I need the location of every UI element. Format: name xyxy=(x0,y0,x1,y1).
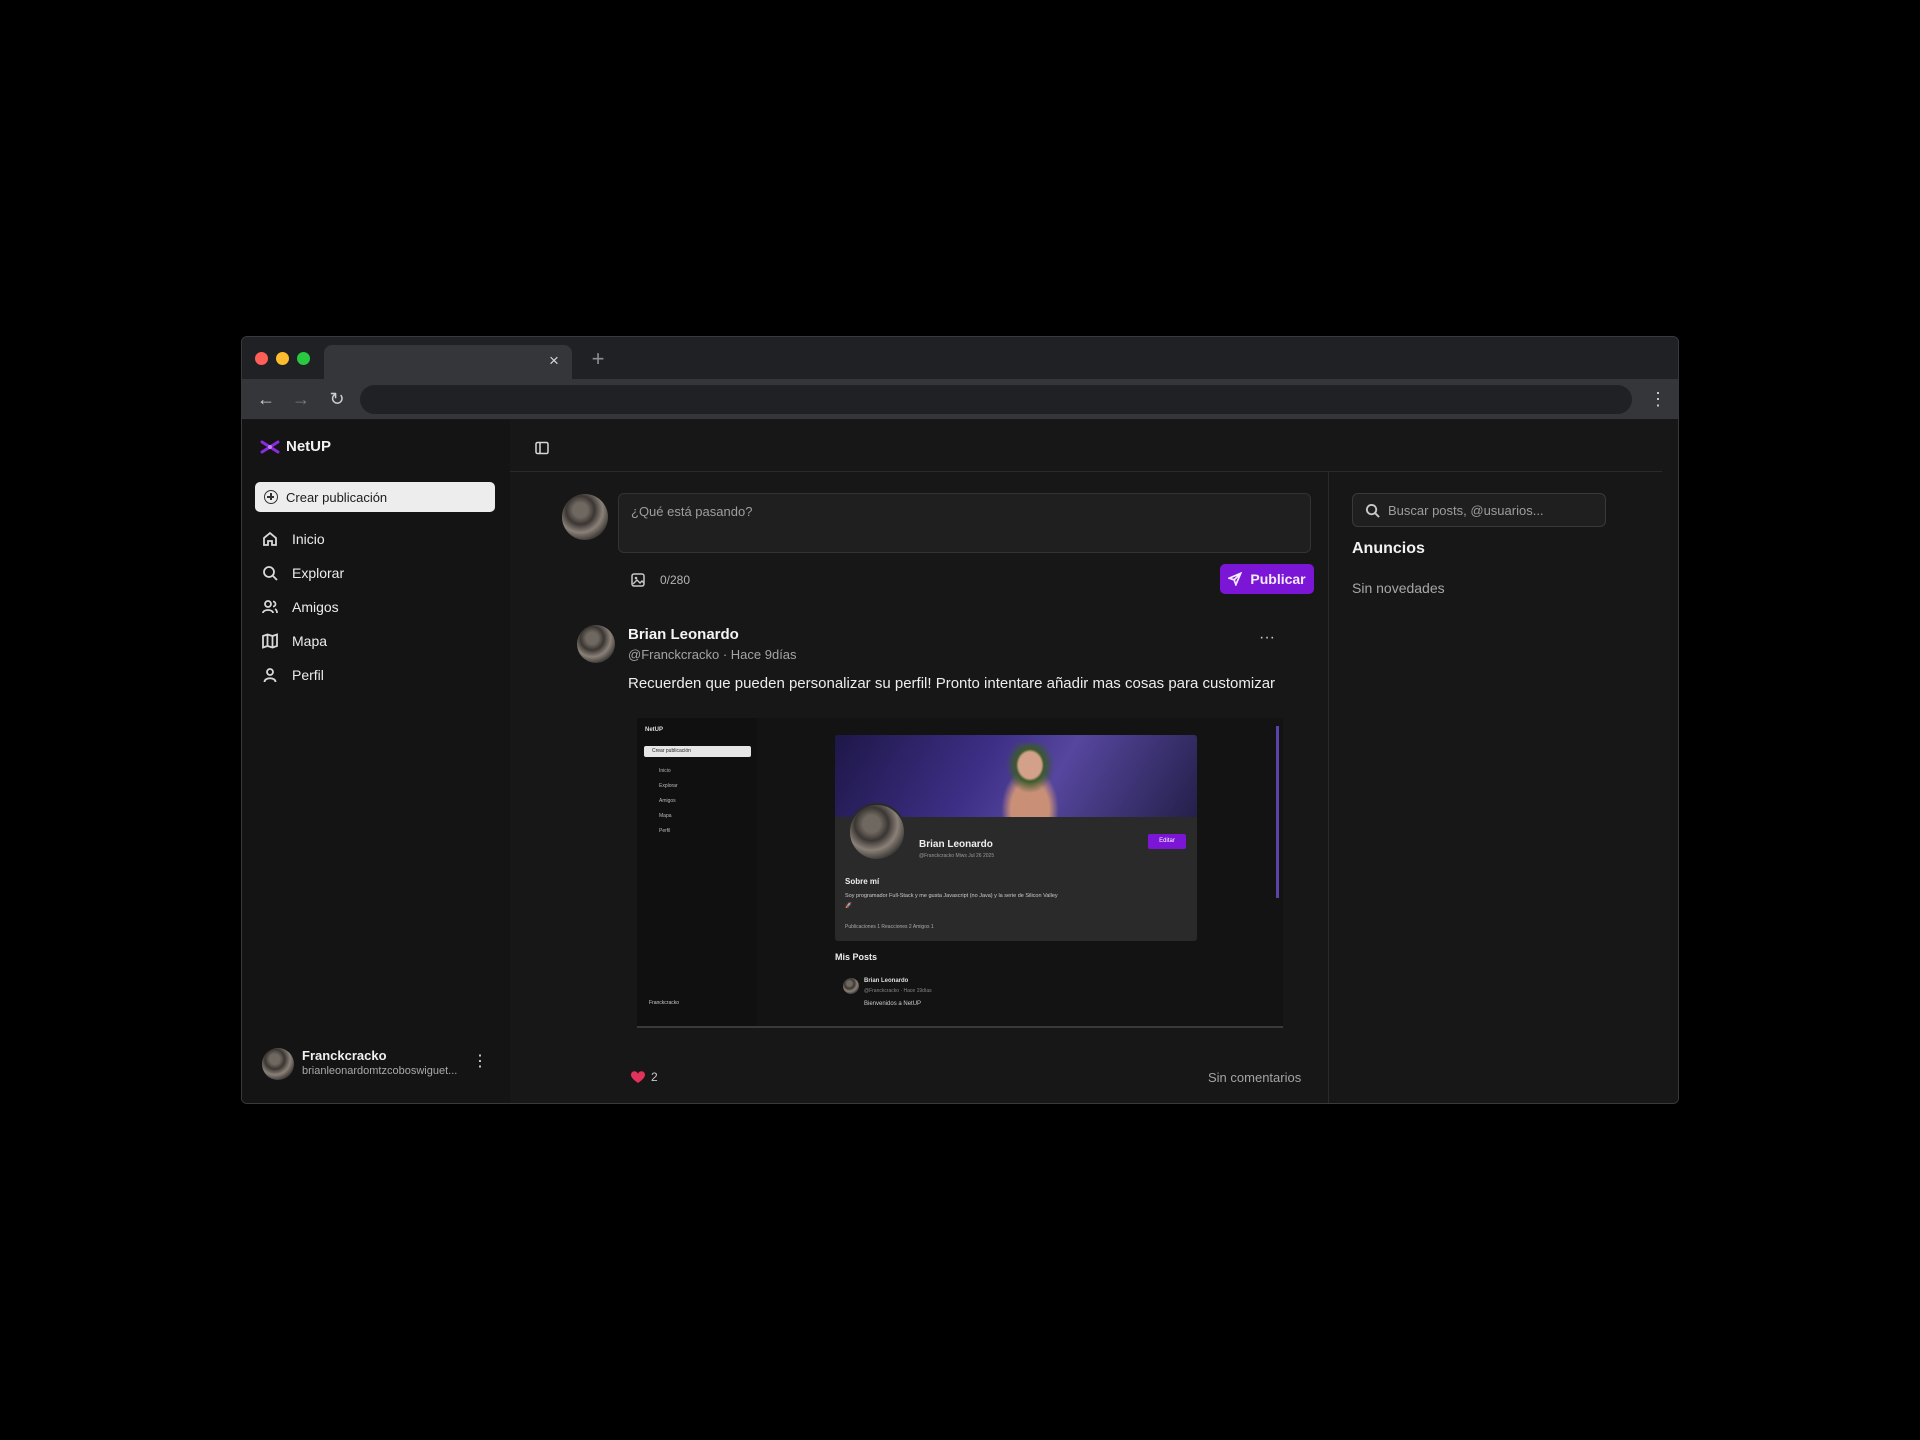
image-brand: NetUP xyxy=(645,727,664,733)
sidebar-item-inicio[interactable]: Inicio xyxy=(262,522,492,556)
create-post-button[interactable]: Crear publicación xyxy=(255,482,495,512)
sidebar-item-label: Amigos xyxy=(292,599,339,615)
image-edit-button: Editar xyxy=(1148,834,1186,849)
post-author[interactable]: Brian Leonardo xyxy=(628,626,739,643)
brand-name: NetUP xyxy=(286,438,332,455)
address-bar[interactable] xyxy=(360,385,1632,414)
image-post-meta: @Franckcracko · Hace 19días xyxy=(864,988,932,994)
search-icon xyxy=(1365,503,1380,518)
search-icon xyxy=(263,566,278,581)
brand[interactable]: NetUP xyxy=(260,438,331,455)
feed: ¿Qué está pasando? 0/280 Publicar Brian … xyxy=(510,472,1328,1103)
image-scrollbar xyxy=(1276,726,1279,898)
char-counter: 0/280 xyxy=(660,573,691,587)
image-create-button: Crear publicación xyxy=(644,746,751,757)
image-about-title: Sobre mí xyxy=(845,877,880,886)
sidebar-item-perfil[interactable]: Perfil xyxy=(262,658,492,692)
sidebar-item-amigos[interactable]: Amigos xyxy=(262,590,492,624)
post-text: Recuerden que pueden personalizar su per… xyxy=(628,675,1276,692)
search-input[interactable]: Buscar posts, @usuarios... xyxy=(1352,493,1606,527)
image-profile-handle: @Franckcracko Miws Jul 26 2025 xyxy=(919,853,995,859)
minimize-window-button[interactable] xyxy=(276,352,289,365)
image-nav-item: Amigos xyxy=(659,798,676,804)
main-nav: Inicio Explorar Amigos Mapa Perfil xyxy=(262,522,492,692)
comments-link[interactable]: Sin comentarios xyxy=(1208,1070,1301,1085)
image-banner xyxy=(835,735,1197,817)
map-icon xyxy=(262,633,278,649)
reload-icon[interactable]: ↻ xyxy=(325,387,349,411)
new-tab-button[interactable]: + xyxy=(587,348,609,371)
close-window-button[interactable] xyxy=(255,352,268,365)
sidebar-item-explorar[interactable]: Explorar xyxy=(262,556,492,590)
image-about-text: Soy programador Full-Stack y me gusta Ja… xyxy=(845,893,1058,909)
right-panel: Buscar posts, @usuarios... Anuncios Sin … xyxy=(1329,472,1662,1103)
image-profile-name: Brian Leonardo xyxy=(919,839,993,850)
forward-arrow-icon[interactable]: → xyxy=(289,387,313,411)
heart-icon xyxy=(631,1070,645,1083)
image-section-title: Mis Posts xyxy=(835,952,878,962)
post-options-icon[interactable]: ··· xyxy=(1255,630,1279,648)
post-author-avatar[interactable] xyxy=(577,625,615,663)
image-upload-icon[interactable] xyxy=(630,572,646,588)
avatar xyxy=(262,1048,294,1080)
post-image[interactable]: NetUP Crear publicación Inicio Explorar … xyxy=(637,718,1283,1028)
maximize-window-button[interactable] xyxy=(297,352,310,365)
image-post-name: Brian Leonardo xyxy=(864,978,909,984)
image-nav-item: Mapa xyxy=(659,813,672,819)
image-nav-item: Inicio xyxy=(659,768,671,774)
browser-window: × + ← → ↻ ⋮ NetUP Crear publicación Inic… xyxy=(241,336,1679,1104)
composer-input[interactable]: ¿Qué está pasando? xyxy=(618,493,1311,553)
publish-button[interactable]: Publicar xyxy=(1220,564,1314,594)
image-nav: Inicio Explorar Amigos Mapa Perfil xyxy=(659,764,678,839)
user-icon xyxy=(263,668,277,683)
image-user: Franckcracko xyxy=(649,1000,680,1006)
user-email: brianleonardomtzcoboswiguet... xyxy=(302,1065,458,1077)
publish-label: Publicar xyxy=(1250,571,1306,587)
sidebar-item-label: Explorar xyxy=(292,565,345,581)
image-stats: Publicaciones 1 Reacciones 2 Amigos 1 xyxy=(845,924,934,930)
netup-logo-icon xyxy=(260,440,280,453)
sidebar-toggle-icon[interactable] xyxy=(534,440,550,456)
sidebar-item-label: Inicio xyxy=(292,531,325,547)
browser-tab[interactable]: × xyxy=(324,345,572,379)
browser-menu-icon[interactable]: ⋮ xyxy=(1648,387,1668,411)
back-arrow-icon[interactable]: ← xyxy=(254,387,278,411)
close-tab-icon[interactable]: × xyxy=(544,351,564,371)
composer-avatar xyxy=(562,494,608,540)
image-post-avatar xyxy=(843,978,859,994)
netup-app: NetUP Crear publicación Inicio Explorar … xyxy=(242,420,1678,1103)
sidebar-item-label: Mapa xyxy=(292,633,328,649)
ads-empty-state: Sin novedades xyxy=(1352,580,1445,596)
like-count: 2 xyxy=(651,1070,658,1084)
send-icon xyxy=(1228,572,1243,586)
create-post-label: Crear publicación xyxy=(286,489,388,505)
banner-figure xyxy=(985,743,1075,817)
current-user[interactable]: Franckcracko brianleonardomtzcoboswiguet… xyxy=(262,1046,492,1086)
sidebar-item-mapa[interactable]: Mapa xyxy=(262,624,492,658)
sidebar: NetUP Crear publicación Inicio Explorar … xyxy=(242,420,510,1103)
image-profile-card: Brian Leonardo @Franckcracko Miws Jul 26… xyxy=(835,735,1197,941)
plus-circle-icon xyxy=(264,490,278,504)
home-icon xyxy=(263,531,277,546)
image-profile-avatar xyxy=(848,803,906,861)
user-name: Franckcracko xyxy=(302,1048,387,1063)
image-post-text: Bienvenidos a NetUP xyxy=(864,1001,922,1007)
users-icon xyxy=(262,600,278,614)
title-bar: × + xyxy=(242,337,1678,379)
user-menu-icon[interactable]: ⋮ xyxy=(472,1052,488,1072)
like-button[interactable]: 2 xyxy=(631,1070,658,1084)
post-meta: @Franckcracko · Hace 9días xyxy=(628,647,797,662)
image-nav-item: Perfil xyxy=(659,828,671,834)
image-sidebar: NetUP Crear publicación Inicio Explorar … xyxy=(637,718,757,1026)
main-area: ¿Qué está pasando? 0/280 Publicar Brian … xyxy=(510,420,1678,1103)
image-nav-item: Explorar xyxy=(659,783,678,789)
browser-toolbar: ← → ↻ ⋮ xyxy=(242,379,1678,419)
ads-title: Anuncios xyxy=(1352,540,1425,557)
sidebar-item-label: Perfil xyxy=(292,667,324,683)
search-placeholder: Buscar posts, @usuarios... xyxy=(1388,502,1544,518)
